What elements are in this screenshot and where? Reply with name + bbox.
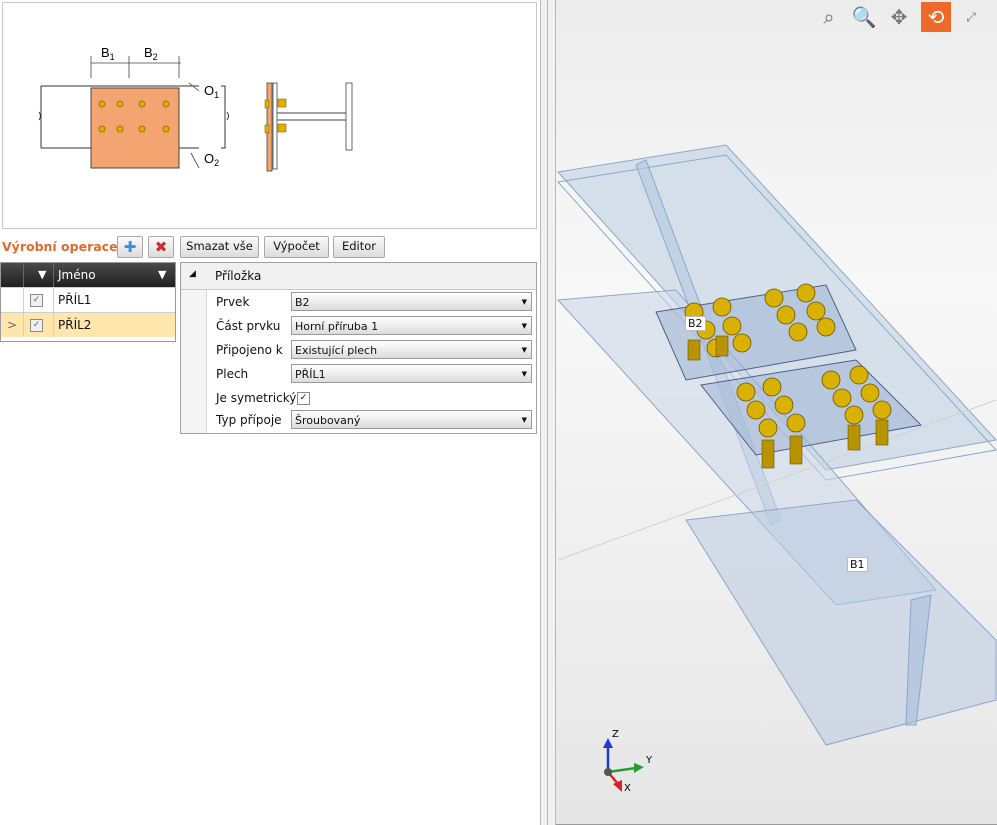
chevron-down-icon: ▼ [521, 298, 527, 306]
prop-row-typ: Typ přípoje Šroubovaný ▼ [207, 409, 536, 433]
chevron-down-icon: ▼ [521, 322, 527, 330]
prop-row-pripojeno: Připojeno k Existující plech ▼ [207, 339, 536, 363]
left-panel: B1 B2 O1 O2 Výrobní operace ✚ ✖ Smazat v… [0, 0, 540, 825]
prop-row-symetricky: Je symetrický ✓ [207, 387, 536, 411]
member-label-b1[interactable]: B1 [847, 557, 868, 572]
pripojeno-select[interactable]: Existující plech ▼ [291, 340, 532, 359]
prop-label: Je symetrický [216, 391, 297, 405]
operations-title: Výrobní operace [2, 239, 118, 254]
prop-row-prvek: Prvek B2 ▼ [207, 291, 536, 315]
row-name: PŘÍL2 [58, 318, 92, 332]
dim-b1: B1 [101, 45, 115, 62]
chevron-down-icon: ▼ [521, 370, 527, 378]
axis-y [607, 766, 637, 774]
chevron-down-icon: ▼ [521, 416, 527, 424]
prop-row-plech: Plech PŘÍL1 ▼ [207, 363, 536, 387]
cast-prvku-select[interactable]: Horní příruba 1 ▼ [291, 316, 532, 335]
panel-splitter[interactable] [540, 0, 556, 825]
plus-icon: ✚ [123, 238, 137, 256]
collapse-icon[interactable]: ◢ [189, 269, 196, 279]
connection-preview: B1 B2 O1 O2 [2, 2, 537, 229]
3d-viewport[interactable]: ⌕ 🔍 ✥ ⟲ ⤢ Z Y X B2 B1 [556, 0, 997, 825]
row-name: PŘÍL1 [58, 293, 92, 307]
prop-label: Plech [216, 367, 249, 381]
properties-section-header[interactable]: ◢ Příložka [181, 263, 536, 290]
grid-header: ▼ Jméno ▼ [1, 263, 175, 287]
dim-o2: O2 [204, 151, 219, 168]
symmetric-checkbox[interactable]: ✓ [297, 392, 310, 405]
chevron-down-icon: ▼ [521, 346, 527, 354]
prop-label: Část prvku [216, 319, 281, 333]
x-icon: ✖ [154, 238, 168, 256]
row-checkbox[interactable]: ✓ [30, 294, 43, 307]
delete-operation-button[interactable]: ✖ [148, 236, 174, 258]
filter-icon[interactable]: ▼ [38, 263, 46, 287]
calculate-button[interactable]: Výpočet [264, 236, 329, 258]
dim-o1: O1 [204, 83, 219, 100]
delete-all-button[interactable]: Smazat vše [180, 236, 259, 258]
axis-x-label: X [624, 783, 631, 794]
editor-button[interactable]: Editor [333, 236, 385, 258]
row-indicator: > [7, 318, 18, 332]
column-header-name[interactable]: Jméno [58, 263, 96, 287]
table-row-selected[interactable]: > ✓ PŘÍL2 [1, 312, 175, 337]
add-operation-button[interactable]: ✚ [117, 236, 143, 258]
prop-row-cast-prvku: Část prvku Horní příruba 1 ▼ [207, 315, 536, 339]
dim-b2: B2 [144, 45, 158, 62]
filter-icon[interactable]: ▼ [158, 263, 166, 287]
axis-z-label: Z [612, 729, 619, 740]
table-row[interactable]: ✓ PŘÍL1 [1, 287, 175, 312]
cover-plate-drawing: B1 B2 O1 O2 [38, 45, 353, 172]
prop-label: Připojeno k [216, 343, 283, 357]
plech-select[interactable]: PŘÍL1 ▼ [291, 364, 532, 383]
typ-pripoje-select[interactable]: Šroubovaný ▼ [291, 410, 532, 429]
prop-label: Typ přípoje [216, 413, 282, 427]
operations-toolbar: Výrobní operace ✚ ✖ Smazat vše Výpočet E… [0, 234, 540, 258]
operations-grid: ▼ Jméno ▼ ✓ PŘÍL1 > ✓ PŘÍL2 [0, 262, 176, 342]
prop-label: Prvek [216, 295, 250, 309]
properties-panel: ◢ Příložka Prvek B2 ▼ Část prvku Horní př… [180, 262, 537, 434]
section-title: Příložka [215, 269, 262, 283]
row-checkbox[interactable]: ✓ [30, 319, 43, 332]
member-label-b2[interactable]: B2 [685, 316, 706, 331]
prvek-select[interactable]: B2 ▼ [291, 292, 532, 311]
axis-y-label: Y [645, 755, 653, 766]
model-render: Z Y X [556, 144, 997, 794]
